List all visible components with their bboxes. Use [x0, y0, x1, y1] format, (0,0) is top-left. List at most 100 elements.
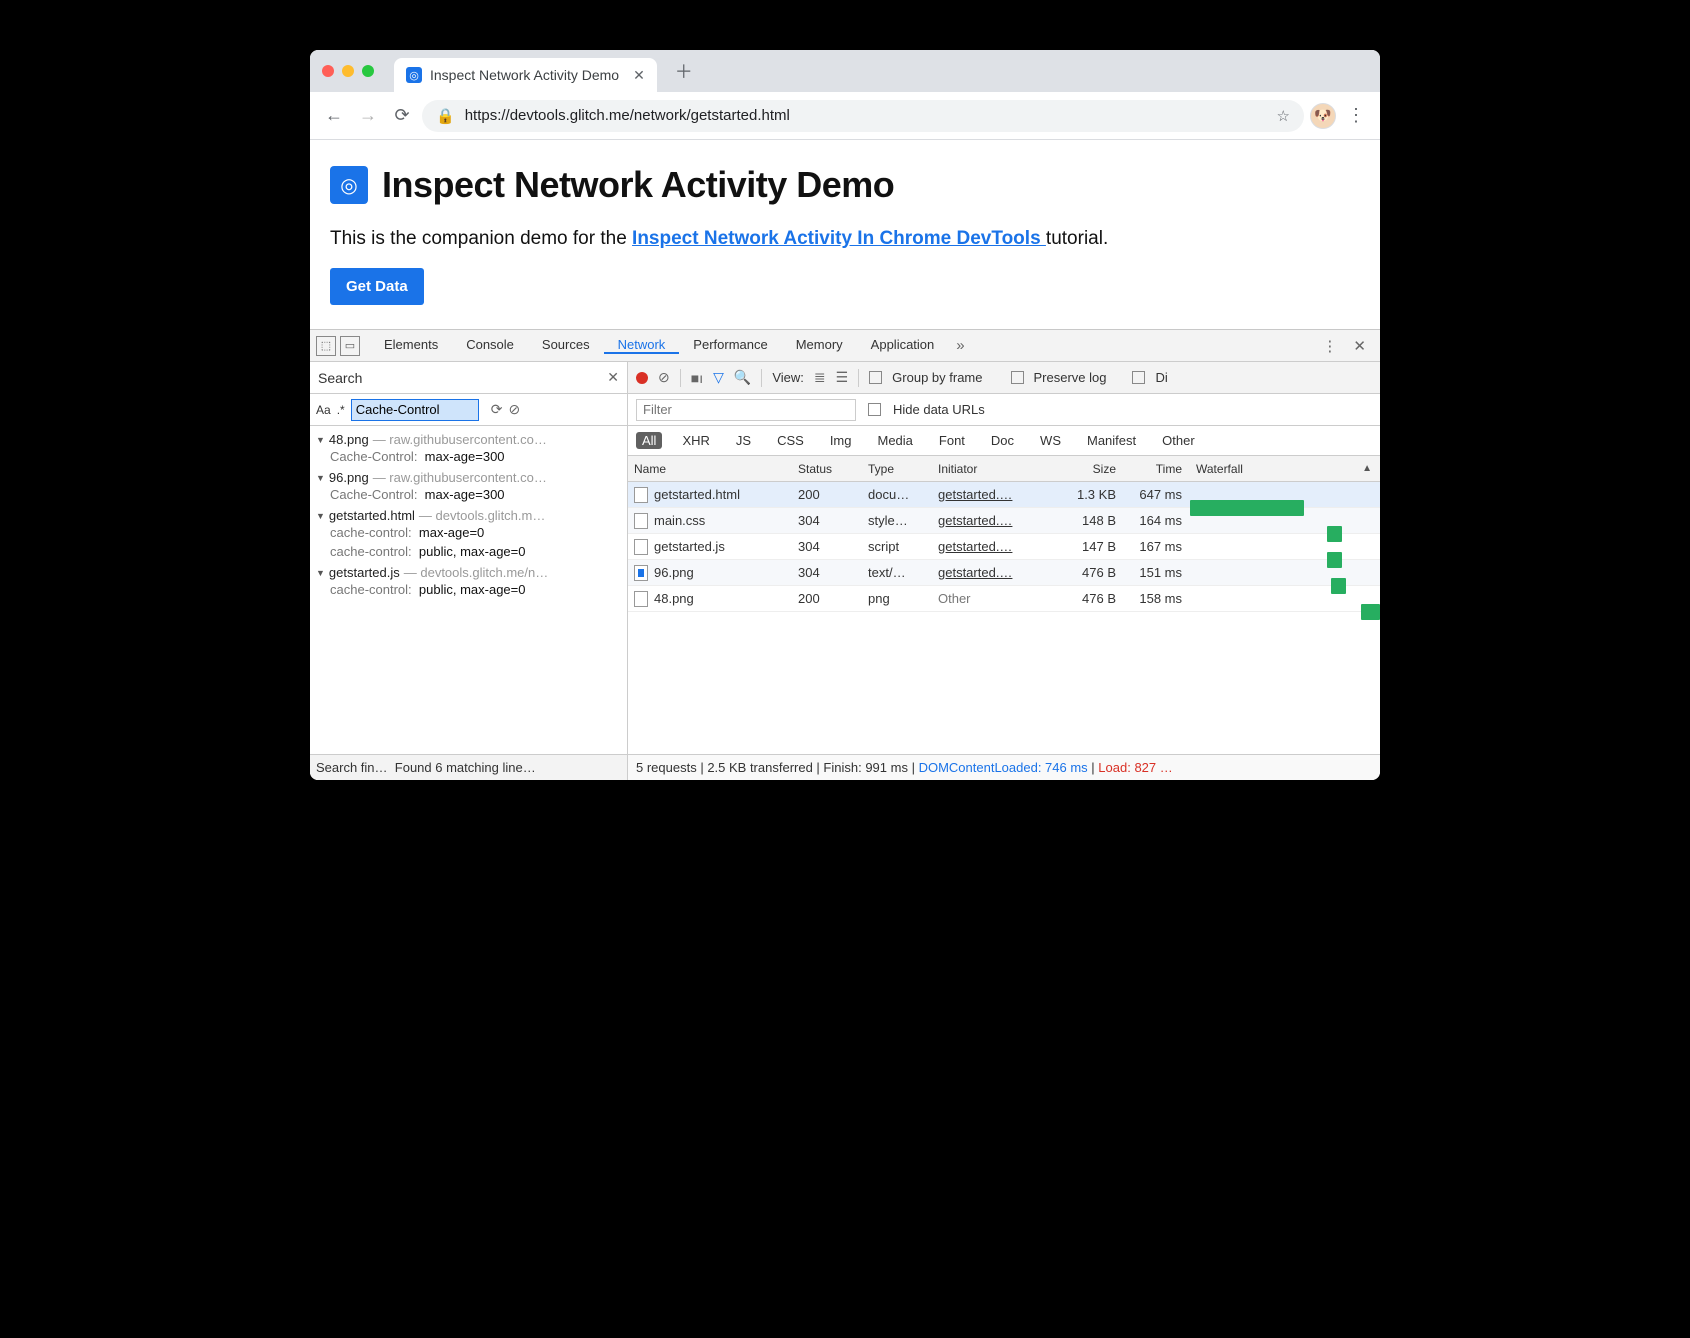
type-filter-all[interactable]: All: [636, 432, 662, 449]
inspect-element-icon[interactable]: ⬚: [316, 336, 336, 356]
network-pane: ⊘ ■ı ▽ 🔍 View: ≣ ☰ Group by frame Preser…: [628, 362, 1380, 780]
search-result-line[interactable]: Cache-Control: max-age=300: [316, 485, 621, 504]
close-window-button[interactable]: [322, 65, 334, 77]
search-result-line[interactable]: cache-control: max-age=0: [316, 523, 621, 542]
preserve-log-label: Preserve log: [1034, 370, 1107, 385]
devtools-tab-sources[interactable]: Sources: [528, 337, 604, 352]
result-filename: 48.png: [329, 432, 369, 447]
row-type: text/…: [868, 565, 938, 580]
devtools-tab-elements[interactable]: Elements: [370, 337, 452, 352]
devtools-close-icon[interactable]: ✕: [1345, 337, 1374, 355]
type-filter-media[interactable]: Media: [871, 432, 918, 449]
file-icon: [634, 539, 648, 555]
search-result-line[interactable]: cache-control: public, max-age=0: [316, 580, 621, 599]
load-label: Load: 827 …: [1098, 760, 1172, 775]
type-filter-xhr[interactable]: XHR: [676, 432, 715, 449]
devtools-panel: ⬚ ▭ ElementsConsoleSourcesNetworkPerform…: [310, 329, 1380, 780]
close-tab-icon[interactable]: ✕: [633, 67, 645, 84]
devtools-menu-icon[interactable]: ⋮: [1314, 337, 1345, 355]
large-rows-icon[interactable]: ☰: [836, 369, 849, 386]
devtools-tabs: ⬚ ▭ ElementsConsoleSourcesNetworkPerform…: [310, 330, 1380, 362]
result-source: — raw.githubusercontent.co…: [373, 432, 547, 447]
row-name: getstarted.js: [654, 539, 725, 554]
col-waterfall[interactable]: Waterfall ▲: [1190, 462, 1380, 476]
page-logo-icon: ◎: [330, 166, 368, 204]
search-close-icon[interactable]: ✕: [607, 369, 619, 386]
result-source: — devtools.glitch.m…: [419, 508, 545, 523]
type-filter-js[interactable]: JS: [730, 432, 757, 449]
clear-icon[interactable]: ⊘: [658, 369, 670, 386]
initiator-link[interactable]: getstarted.…: [938, 487, 1012, 502]
search-result-group[interactable]: ▼getstarted.html — devtools.glitch.m…cac…: [310, 506, 627, 563]
group-by-frame-checkbox[interactable]: [869, 371, 882, 384]
list-view-icon[interactable]: ≣: [814, 369, 826, 386]
new-tab-button[interactable]: ＋: [675, 58, 693, 84]
search-input[interactable]: [351, 399, 479, 421]
col-name[interactable]: Name: [628, 462, 798, 476]
back-button[interactable]: ←: [320, 105, 348, 126]
filter-input[interactable]: [636, 399, 856, 421]
disable-cache-checkbox[interactable]: [1132, 371, 1145, 384]
regex-toggle[interactable]: .*: [337, 403, 345, 417]
initiator-link[interactable]: getstarted.…: [938, 565, 1012, 580]
star-icon[interactable]: ☆: [1277, 107, 1290, 125]
table-row[interactable]: 96.png304text/…getstarted.…476 B151 ms: [628, 560, 1380, 586]
search-result-group[interactable]: ▼48.png — raw.githubusercontent.co…Cache…: [310, 430, 627, 468]
devtools-tab-console[interactable]: Console: [452, 337, 528, 352]
disclosure-triangle-icon: ▼: [316, 568, 325, 578]
type-filter-other[interactable]: Other: [1156, 432, 1201, 449]
match-case-toggle[interactable]: Aa: [316, 403, 331, 417]
clear-search-icon[interactable]: ⊘: [508, 401, 520, 418]
table-row[interactable]: getstarted.html200docu…getstarted.…1.3 K…: [628, 482, 1380, 508]
type-filter-img[interactable]: Img: [824, 432, 858, 449]
more-tabs-icon[interactable]: »: [948, 337, 972, 354]
devtools-tab-performance[interactable]: Performance: [679, 337, 781, 352]
reload-button[interactable]: ⟳: [388, 105, 416, 126]
devtools-tab-memory[interactable]: Memory: [782, 337, 857, 352]
col-time[interactable]: Time: [1124, 462, 1190, 476]
table-row[interactable]: 48.png200pngOther476 B158 ms: [628, 586, 1380, 612]
menu-icon[interactable]: ⋮: [1342, 105, 1370, 126]
search-result-line[interactable]: cache-control: public, max-age=0: [316, 542, 621, 561]
type-filter-doc[interactable]: Doc: [985, 432, 1020, 449]
type-filter-ws[interactable]: WS: [1034, 432, 1067, 449]
forward-button[interactable]: →: [354, 105, 382, 126]
devtools-tab-network[interactable]: Network: [604, 337, 680, 354]
tutorial-link[interactable]: Inspect Network Activity In Chrome DevTo…: [632, 228, 1046, 249]
table-row[interactable]: getstarted.js304scriptgetstarted.…147 B1…: [628, 534, 1380, 560]
row-initiator: getstarted.…: [938, 539, 1056, 554]
col-type[interactable]: Type: [868, 462, 938, 476]
type-filter-css[interactable]: CSS: [771, 432, 810, 449]
minimize-window-button[interactable]: [342, 65, 354, 77]
row-type: docu…: [868, 487, 938, 502]
get-data-button[interactable]: Get Data: [330, 268, 424, 305]
device-toggle-icon[interactable]: ▭: [340, 336, 360, 356]
browser-tab[interactable]: ◎ Inspect Network Activity Demo ✕: [394, 58, 657, 92]
search-result-group[interactable]: ▼96.png — raw.githubusercontent.co…Cache…: [310, 468, 627, 506]
address-bar[interactable]: 🔒 https://devtools.glitch.me/network/get…: [422, 100, 1304, 132]
disclosure-triangle-icon: ▼: [316, 511, 325, 521]
screenshot-icon[interactable]: ■ı: [691, 370, 703, 386]
result-filename: getstarted.html: [329, 508, 415, 523]
col-initiator[interactable]: Initiator: [938, 462, 1056, 476]
table-header: Name Status Type Initiator Size Time Wat…: [628, 456, 1380, 482]
maximize-window-button[interactable]: [362, 65, 374, 77]
search-result-group[interactable]: ▼getstarted.js — devtools.glitch.me/n…ca…: [310, 563, 627, 601]
type-filter-font[interactable]: Font: [933, 432, 971, 449]
row-size: 1.3 KB: [1056, 487, 1124, 502]
search-result-line[interactable]: Cache-Control: max-age=300: [316, 447, 621, 466]
hide-data-urls-checkbox[interactable]: [868, 403, 881, 416]
page-content: ◎ Inspect Network Activity Demo This is …: [310, 140, 1380, 329]
search-toggle-icon[interactable]: 🔍: [734, 369, 751, 386]
devtools-tab-application[interactable]: Application: [857, 337, 949, 352]
record-button[interactable]: [636, 372, 648, 384]
preserve-log-checkbox[interactable]: [1011, 371, 1024, 384]
initiator-link[interactable]: getstarted.…: [938, 513, 1012, 528]
filter-toggle-icon[interactable]: ▽: [713, 369, 724, 386]
refresh-search-icon[interactable]: ⟳: [491, 401, 503, 418]
col-status[interactable]: Status: [798, 462, 868, 476]
type-filter-manifest[interactable]: Manifest: [1081, 432, 1142, 449]
profile-avatar[interactable]: 🐶: [1310, 103, 1336, 129]
col-size[interactable]: Size: [1056, 462, 1124, 476]
initiator-link[interactable]: getstarted.…: [938, 539, 1012, 554]
